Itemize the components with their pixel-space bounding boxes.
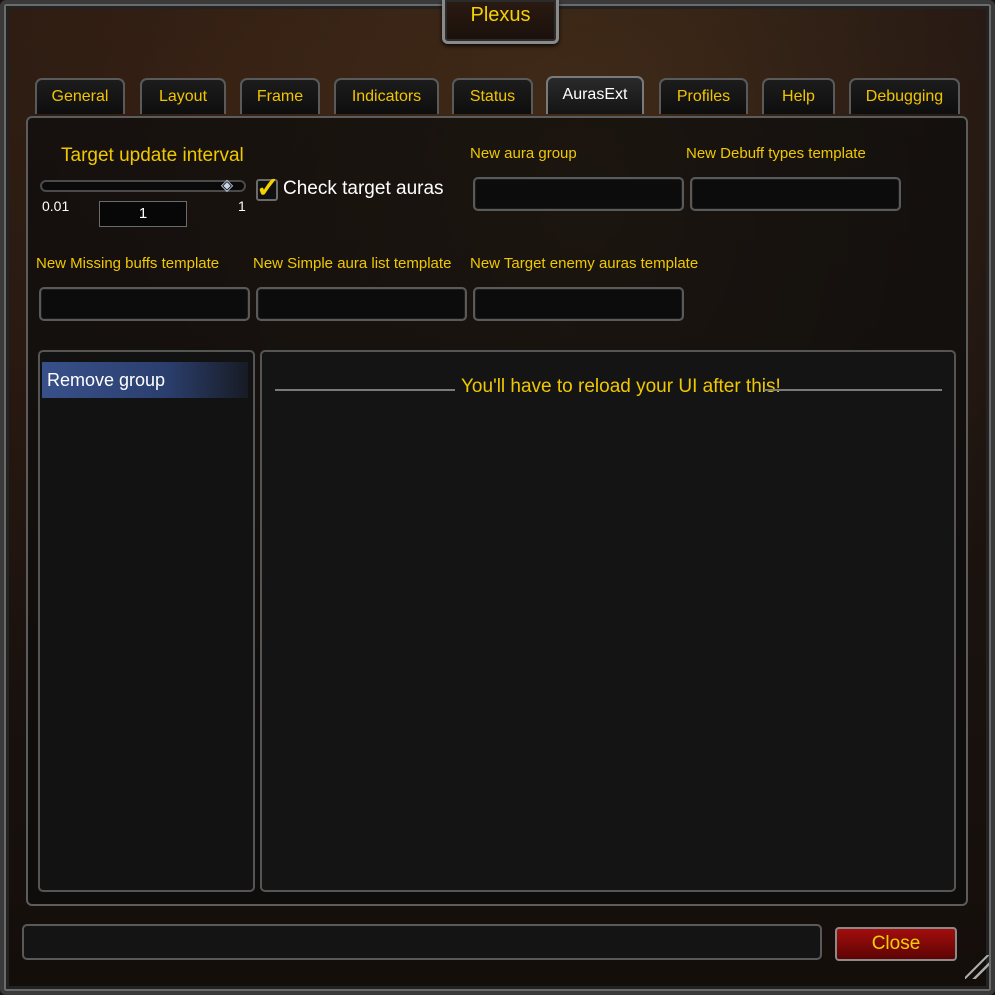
tab-aurasext[interactable]: AurasExt [546,76,644,114]
new-missing-buffs-template-input[interactable] [39,287,250,321]
new-aura-group-label: New aura group [470,145,577,162]
slider-min-label: 0.01 [42,198,70,214]
check-target-auras-label: Check target auras [283,178,444,199]
new-simple-aura-list-template-label: New Simple aura list template [253,255,452,272]
heading-divider-left [275,389,455,391]
new-target-enemy-auras-template-label: New Target enemy auras template [470,255,699,272]
check-target-auras-checkbox[interactable]: ✓ [256,172,279,203]
new-target-enemy-auras-template-input[interactable] [473,287,684,321]
new-aura-group-input[interactable] [473,177,684,211]
list-item-remove-group[interactable]: Remove group [42,362,248,398]
reload-ui-warning: You'll have to reload your UI after this… [461,376,781,397]
tab-profiles[interactable]: Profiles [659,78,748,114]
group-detail-panel [260,350,956,892]
tab-debugging[interactable]: Debugging [849,78,960,114]
target-update-interval-slider[interactable] [40,180,246,192]
new-simple-aura-list-template-input[interactable] [256,287,467,321]
tab-status[interactable]: Status [452,78,533,114]
slider-max-label: 1 [238,198,246,214]
slider-thumb-icon[interactable]: ◈ [221,170,233,200]
close-button[interactable]: Close [835,927,957,961]
tab-frame[interactable]: Frame [240,78,320,114]
heading-divider-right [764,389,942,391]
status-bar [22,924,822,960]
target-update-interval-label: Target update interval [61,145,244,166]
resize-grip-icon[interactable] [965,955,989,979]
slider-value-input[interactable]: 1 [99,201,187,227]
checkmark-icon: ✓ [256,172,280,203]
tab-indicators[interactable]: Indicators [334,78,439,114]
new-debuff-types-template-input[interactable] [690,177,901,211]
new-missing-buffs-template-label: New Missing buffs template [36,255,220,272]
tab-help[interactable]: Help [762,78,835,114]
group-list-panel [38,350,255,892]
window-title[interactable]: Plexus [442,0,559,44]
new-debuff-types-template-label: New Debuff types template [686,145,866,162]
tab-general[interactable]: General [35,78,125,114]
tab-layout[interactable]: Layout [140,78,226,114]
